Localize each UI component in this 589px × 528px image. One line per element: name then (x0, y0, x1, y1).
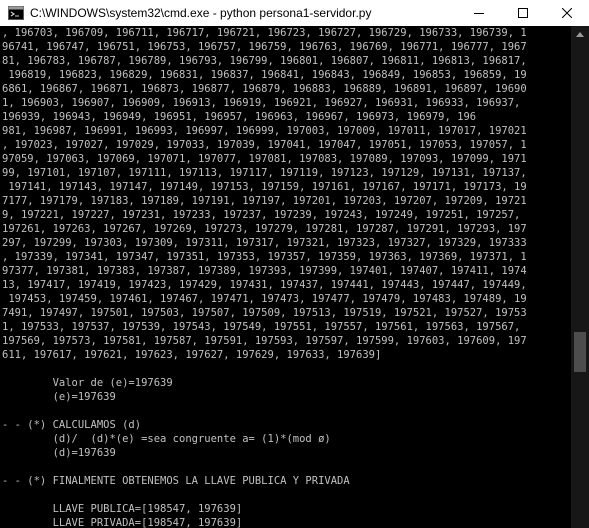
console-line: 197453, 197459, 197461, 197467, 197471, … (2, 293, 527, 305)
console-line: LLAVE PUBLICA=[198547, 197639] (2, 503, 243, 515)
console-line: , 197023, 197027, 197029, 197033, 197039… (2, 139, 527, 151)
console-line: (d)=197639 (2, 447, 116, 459)
console-text: , 196703, 196709, 196711, 196717, 196721… (0, 26, 571, 528)
minimize-button[interactable] (457, 0, 501, 26)
console-line: 97377, 197381, 197383, 197387, 197389, 1… (2, 265, 527, 277)
console-line: 981, 196987, 196991, 196993, 196997, 196… (2, 125, 527, 137)
cmd-window: C:\WINDOWS\system32\cmd.exe - python per… (0, 0, 589, 528)
console-line: , 196703, 196709, 196711, 196717, 196721… (2, 27, 527, 39)
console-line: 297, 197299, 197303, 197309, 197311, 197… (2, 237, 527, 249)
scroll-up-button[interactable] (571, 26, 589, 43)
console-line: 6861, 196867, 196871, 196873, 196877, 19… (2, 83, 527, 95)
console-line: 96741, 196747, 196751, 196753, 196757, 1… (2, 41, 527, 53)
console-line: 196819, 196823, 196829, 196831, 196837, … (2, 69, 527, 81)
console-line: 7491, 197497, 197501, 197503, 197507, 19… (2, 307, 527, 319)
console-line: 13, 197417, 197419, 197423, 197429, 1974… (2, 279, 527, 291)
console-line: , 197339, 197341, 197347, 197351, 197353… (2, 251, 527, 263)
console-line: 97059, 197063, 197069, 197071, 197077, 1… (2, 153, 527, 165)
console-line: (d)/ (d)*(e) =sea congruente a= (1)*(mod… (2, 433, 331, 445)
console-line: (e)=197639 (2, 391, 116, 403)
console-line: 99, 197101, 197107, 197111, 197113, 1971… (2, 167, 527, 179)
scrollbar-thumb[interactable] (574, 332, 586, 372)
close-icon (562, 8, 572, 18)
maximize-icon (518, 8, 528, 18)
console-line: 7177, 197179, 197183, 197189, 197191, 19… (2, 195, 527, 207)
chevron-up-icon (576, 32, 584, 37)
vertical-scrollbar[interactable] (571, 26, 589, 528)
console-line: 197141, 197143, 197147, 197149, 197153, … (2, 181, 527, 193)
console-output[interactable]: , 196703, 196709, 196711, 196717, 196721… (0, 26, 571, 528)
window-title: C:\WINDOWS\system32\cmd.exe - python per… (30, 6, 372, 20)
console-line: Valor de (e)=197639 (2, 377, 173, 389)
console-line: 196939, 196943, 196949, 196951, 196957, … (2, 111, 477, 123)
console-line: - - (*) CALCULAMOS (d) (2, 419, 142, 431)
title-bar[interactable]: C:\WINDOWS\system32\cmd.exe - python per… (0, 0, 589, 26)
minimize-icon (474, 13, 484, 14)
console-line: 81, 196783, 196787, 196789, 196793, 1967… (2, 55, 527, 67)
console-line: - - (*) FINALMENTE OBTENEMOS LA LLAVE PU… (2, 475, 350, 487)
console-line: LLAVE PRIVADA=[198547, 197639] (2, 517, 243, 528)
console-line: 197569, 197573, 197581, 197587, 197591, … (2, 335, 527, 347)
console-line: 611, 197617, 197621, 197623, 197627, 197… (2, 349, 382, 361)
console-line: 1, 197533, 197537, 197539, 197543, 19754… (2, 321, 527, 333)
console-line: 9, 197221, 197227, 197231, 197233, 19723… (2, 209, 527, 221)
console-line: 1, 196903, 196907, 196909, 196913, 19691… (2, 97, 527, 109)
console-line: 197261, 197263, 197267, 197269, 197273, … (2, 223, 527, 235)
maximize-button[interactable] (501, 0, 545, 26)
cmd-icon[interactable] (8, 5, 24, 21)
close-button[interactable] (545, 0, 589, 26)
